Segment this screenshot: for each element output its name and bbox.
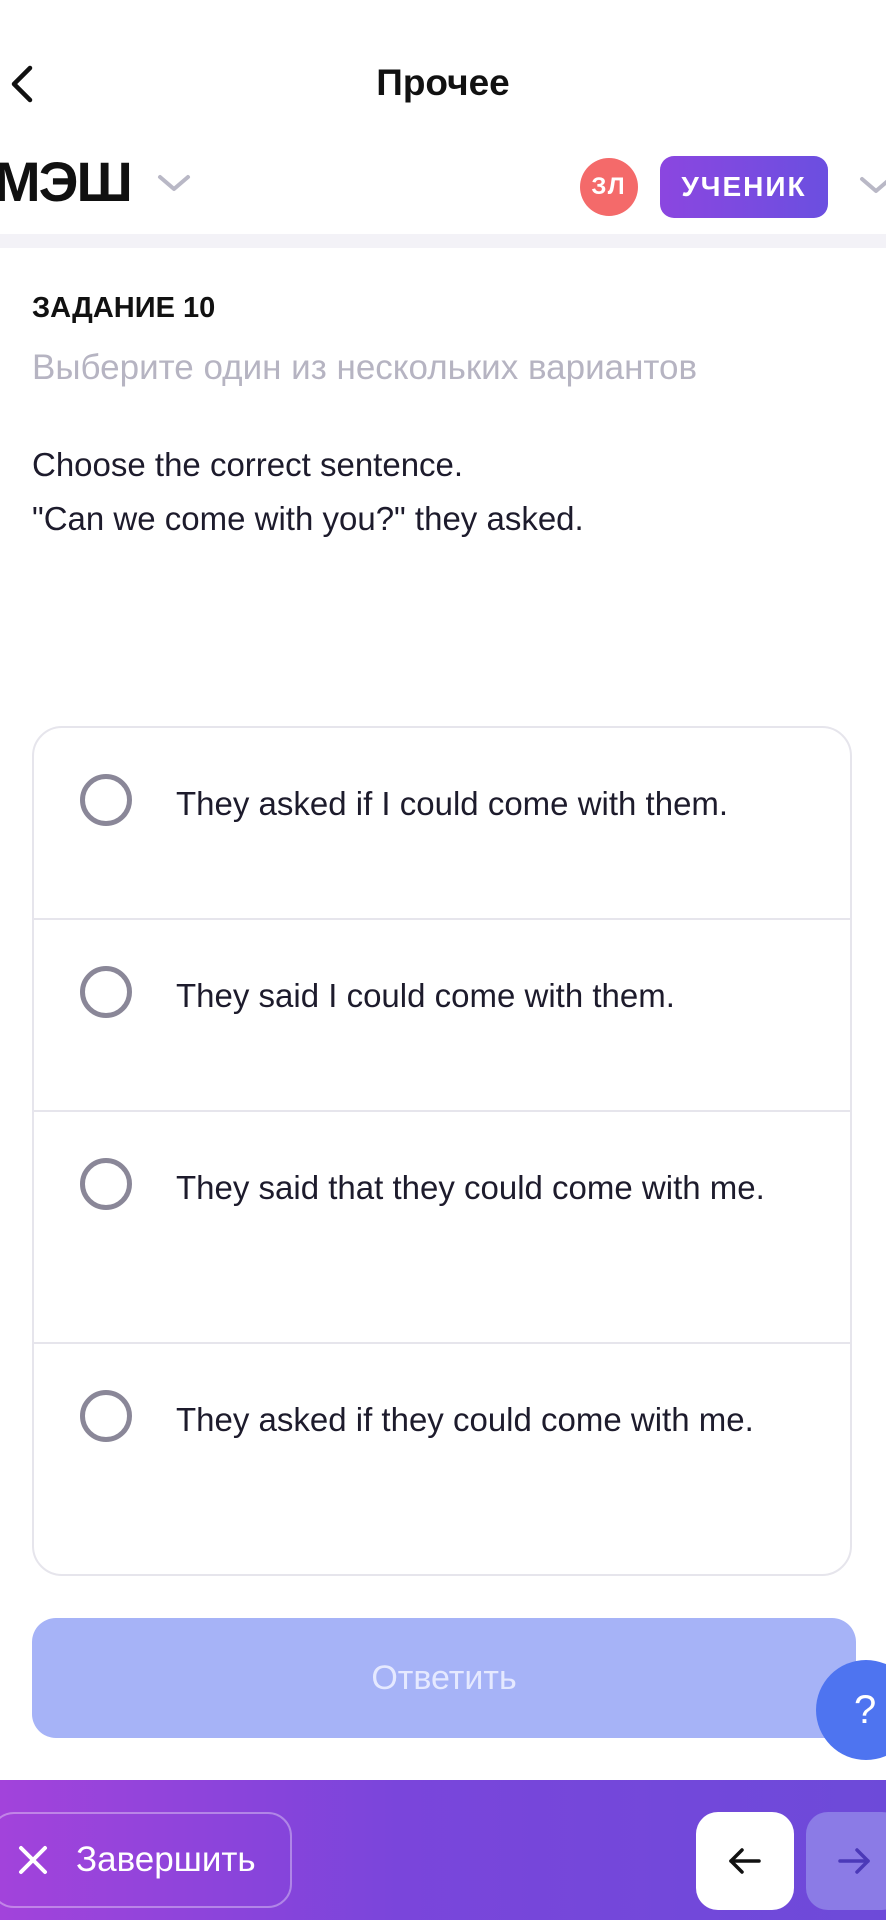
chevron-down-icon[interactable] — [858, 174, 886, 196]
option-text: They asked if they could come with me. — [176, 1401, 754, 1438]
page-title: Прочее — [376, 62, 510, 103]
finish-label: Завершить — [76, 1840, 256, 1879]
radio-button[interactable] — [80, 1390, 132, 1442]
role-badge[interactable]: УЧЕНИК — [660, 156, 828, 218]
task-hint: Выберите один из нескольких вариантов — [32, 348, 698, 387]
task-number: ЗАДАНИЕ 10 — [32, 292, 216, 324]
finish-button[interactable]: Завершить — [0, 1812, 292, 1908]
close-icon — [16, 1843, 50, 1877]
next-task-button[interactable] — [806, 1812, 886, 1910]
brand-logo[interactable]: МЭШ — [0, 154, 133, 210]
answer-option[interactable]: They said I could come with them. — [34, 920, 850, 1112]
header-divider — [0, 234, 886, 248]
option-text: They asked if I could come with them. — [176, 785, 729, 822]
answer-option[interactable]: They asked if I could come with them. — [34, 728, 850, 920]
previous-task-button[interactable] — [696, 1812, 794, 1910]
avatar[interactable]: ЗЛ — [580, 158, 638, 216]
task-content: ЗАДАНИЕ 10 Выберите один из нескольких в… — [0, 248, 886, 1778]
radio-button[interactable] — [80, 774, 132, 826]
chevron-down-icon[interactable] — [156, 172, 192, 194]
arrow-right-icon — [838, 1848, 870, 1874]
option-text: They said I could come with them. — [176, 977, 675, 1014]
radio-button[interactable] — [80, 1158, 132, 1210]
question-line: "Can we come with you?" they asked. — [32, 500, 584, 537]
answer-options: They asked if I could come with them. Th… — [32, 726, 852, 1576]
bottom-bar: Завершить — [0, 1780, 886, 1920]
arrow-left-icon — [729, 1848, 761, 1874]
top-bar: Прочее МЭШ ЗЛ УЧЕНИК — [0, 0, 886, 240]
answer-option[interactable]: They said that they could come with me. — [34, 1112, 850, 1344]
answer-option[interactable]: They asked if they could come with me. — [34, 1344, 850, 1574]
radio-button[interactable] — [80, 966, 132, 1018]
option-text: They said that they could come with me. — [176, 1169, 765, 1206]
question-line: Choose the correct sentence. — [32, 446, 464, 483]
answer-button[interactable]: Ответить — [32, 1618, 856, 1738]
question-text: Choose the correct sentence. "Can we com… — [32, 438, 584, 546]
